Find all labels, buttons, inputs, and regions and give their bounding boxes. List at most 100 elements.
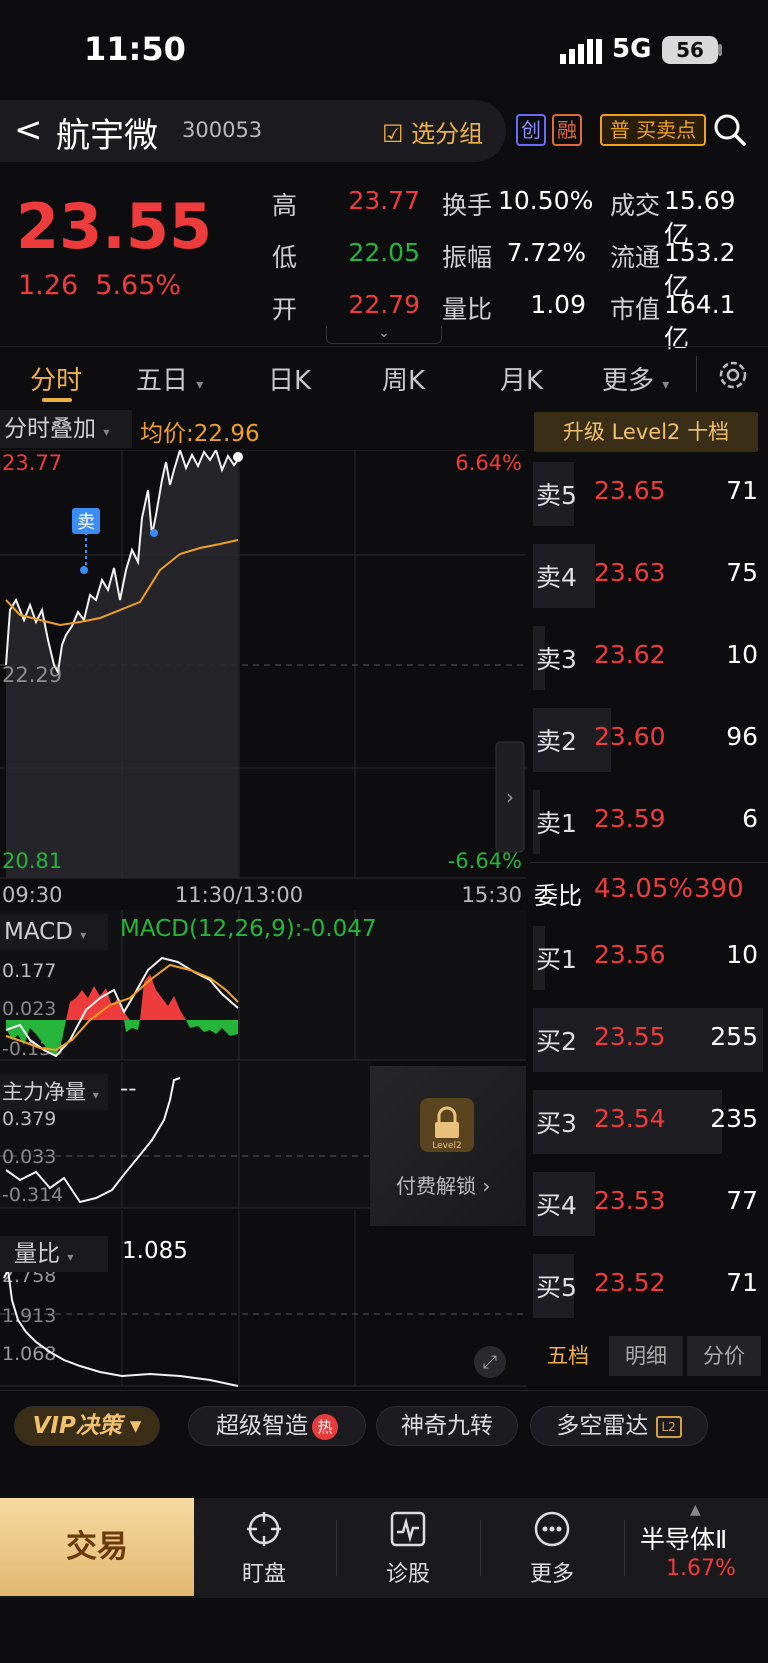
bid-label: 买5 (536, 1273, 577, 1302)
ask-row[interactable]: 卖1 23.59 6 (530, 784, 768, 856)
tab-monthly-k[interactable]: 月K (500, 360, 543, 397)
quote-label-amount: 成交 (610, 191, 661, 220)
upgrade-level2-button[interactable]: 升级 Level2 十档 (534, 412, 758, 452)
bid-row[interactable]: 买4 23.53 77 (530, 1166, 768, 1238)
bid-volume: 235 (710, 1104, 758, 1133)
nav-diagnose-label: 诊股 (385, 1562, 430, 1587)
long-short-radar-chip[interactable]: 多空雷达 L2 (530, 1406, 708, 1446)
ask-price: 23.62 (594, 640, 666, 669)
nav-diagnose[interactable]: 诊股 (358, 1510, 458, 1588)
active-tab-indicator (42, 398, 72, 402)
vip-decision-button[interactable]: VIP决策 ▾ (14, 1406, 160, 1446)
level2-badge: Level2 (432, 1141, 461, 1151)
select-group-button[interactable]: ☑ 选分组 (382, 114, 483, 149)
netflow-label: 主力净量 (2, 1080, 86, 1104)
quote-value-amplitude: 7.72% (506, 238, 586, 267)
sector-name[interactable]: 半导体Ⅱ (640, 1520, 727, 1556)
y-axis-top: 23.77 (2, 451, 62, 475)
nav-more-label: 更多 (529, 1562, 574, 1587)
time-axis-start: 09:30 (2, 883, 63, 907)
buy-sell-point-button[interactable]: 普 买卖点 (600, 114, 706, 146)
bid-row[interactable]: 买3 23.54 235 (530, 1084, 768, 1156)
macd-y-top: 0.177 (2, 960, 56, 982)
tab-intraday[interactable]: 分时 (30, 360, 82, 397)
tab-more[interactable]: 更多 ▾ (602, 360, 669, 397)
tab-five-levels[interactable]: 五档 (531, 1336, 605, 1376)
volratio-line (3, 1266, 239, 1387)
super-manufacturing-chip[interactable]: 超级智造热 (188, 1406, 366, 1446)
ask-label: 卖1 (536, 809, 577, 838)
ask-label: 卖3 (536, 645, 577, 674)
trade-button[interactable]: 交易 (0, 1498, 194, 1596)
ask-price: 23.65 (594, 476, 666, 505)
pulse-chart-icon (390, 1511, 426, 1547)
nav-more[interactable]: 更多 (502, 1510, 602, 1588)
bid-row[interactable]: 买2 23.55 255 (530, 1002, 768, 1074)
pct-axis-bottom: -6.64% (448, 849, 522, 873)
trade-point-dot (150, 529, 158, 537)
nav-watch[interactable]: 盯盘 (214, 1510, 314, 1588)
overlay-dropdown[interactable]: 分时叠加 ▾ (0, 410, 132, 448)
bid-row[interactable]: 买5 23.52 71 (530, 1248, 768, 1320)
quote-label-open: 开 (272, 295, 298, 324)
bid-price: 23.53 (594, 1186, 666, 1215)
quote-label-volume-ratio: 量比 (442, 295, 493, 324)
more-dots-icon (534, 1511, 570, 1547)
tab-five-day-label: 五日 (136, 366, 189, 396)
y-axis-bottom: 20.81 (2, 849, 62, 873)
sell-marker-label: 卖 (77, 512, 95, 533)
home-indicator-area (0, 1598, 768, 1663)
last-price: 23.55 (16, 190, 213, 263)
ask-row[interactable]: 卖3 23.62 10 (530, 620, 768, 692)
tab-weekly-k[interactable]: 周K (382, 360, 425, 397)
chevron-right-icon: › (506, 785, 514, 809)
trade-point-dot (80, 566, 88, 574)
battery-tip (718, 44, 722, 56)
gear-icon[interactable] (716, 358, 750, 392)
tab-five-day[interactable]: 五日 ▾ (136, 360, 203, 397)
tag-chinext[interactable]: 创 (516, 114, 546, 146)
ask-volume: 71 (726, 476, 758, 505)
chevron-up-icon: ▲ (690, 1502, 701, 1518)
back-button[interactable]: < (14, 110, 43, 150)
ask-row[interactable]: 卖5 23.65 71 (530, 456, 768, 528)
bid-label: 买1 (536, 945, 577, 974)
netflow-indicator-dropdown[interactable]: 主力净量 ▾ (0, 1074, 108, 1110)
crosshair-icon (247, 1512, 281, 1546)
tag-margin[interactable]: 融 (552, 114, 582, 146)
volratio-indicator-dropdown[interactable]: 量比 ▾ (0, 1236, 108, 1272)
network-label: 5G (612, 34, 652, 64)
tab-price-distribution[interactable]: 分价 (687, 1336, 761, 1376)
dropdown-icon: ▾ (196, 377, 204, 393)
ask-row[interactable]: 卖4 23.63 75 (530, 538, 768, 610)
search-icon[interactable] (712, 112, 748, 148)
quote-label-float-cap: 流通 (610, 243, 661, 272)
price-change: 1.26 5.65% (18, 270, 181, 301)
tab-daily-k[interactable]: 日K (268, 360, 311, 397)
dropdown-icon: ▾ (67, 1250, 74, 1264)
level2-chip-icon: L2 (655, 1415, 682, 1438)
macd-indicator-dropdown[interactable]: MACD ▾ (0, 914, 108, 950)
bid-ask-diff-value: 390 (694, 874, 744, 904)
bid-volume: 77 (726, 1186, 758, 1215)
ask-label: 卖4 (536, 563, 577, 592)
expand-icon: ⤢ (483, 1352, 498, 1373)
long-short-radar-label: 多空雷达 (556, 1413, 649, 1439)
y-axis-mid: 22.29 (2, 663, 62, 687)
tab-trade-detail[interactable]: 明细 (609, 1336, 683, 1376)
expand-quote-button[interactable]: ⌄ (326, 326, 442, 344)
checkbox-icon: ☑ (382, 120, 404, 148)
magic-nine-chip[interactable]: 神奇九转 (376, 1406, 518, 1446)
chips-divider (0, 1390, 768, 1391)
battery-icon: 56 (662, 36, 718, 64)
pct-axis-top: 6.64% (455, 451, 522, 475)
ask-row[interactable]: 卖2 23.60 96 (530, 702, 768, 774)
dropdown-icon: ▾ (80, 928, 87, 942)
nav-divider (480, 1520, 481, 1576)
quote-value-turnover: 10.50% (498, 186, 594, 215)
super-manufacturing-label: 超级智造 (216, 1413, 308, 1439)
unlock-text: 付费解锁 › (396, 1174, 491, 1198)
volratio-y-bottom: 1.068 (2, 1343, 56, 1365)
time-axis-end: 15:30 (461, 883, 522, 907)
bid-row[interactable]: 买1 23.56 10 (530, 920, 768, 992)
